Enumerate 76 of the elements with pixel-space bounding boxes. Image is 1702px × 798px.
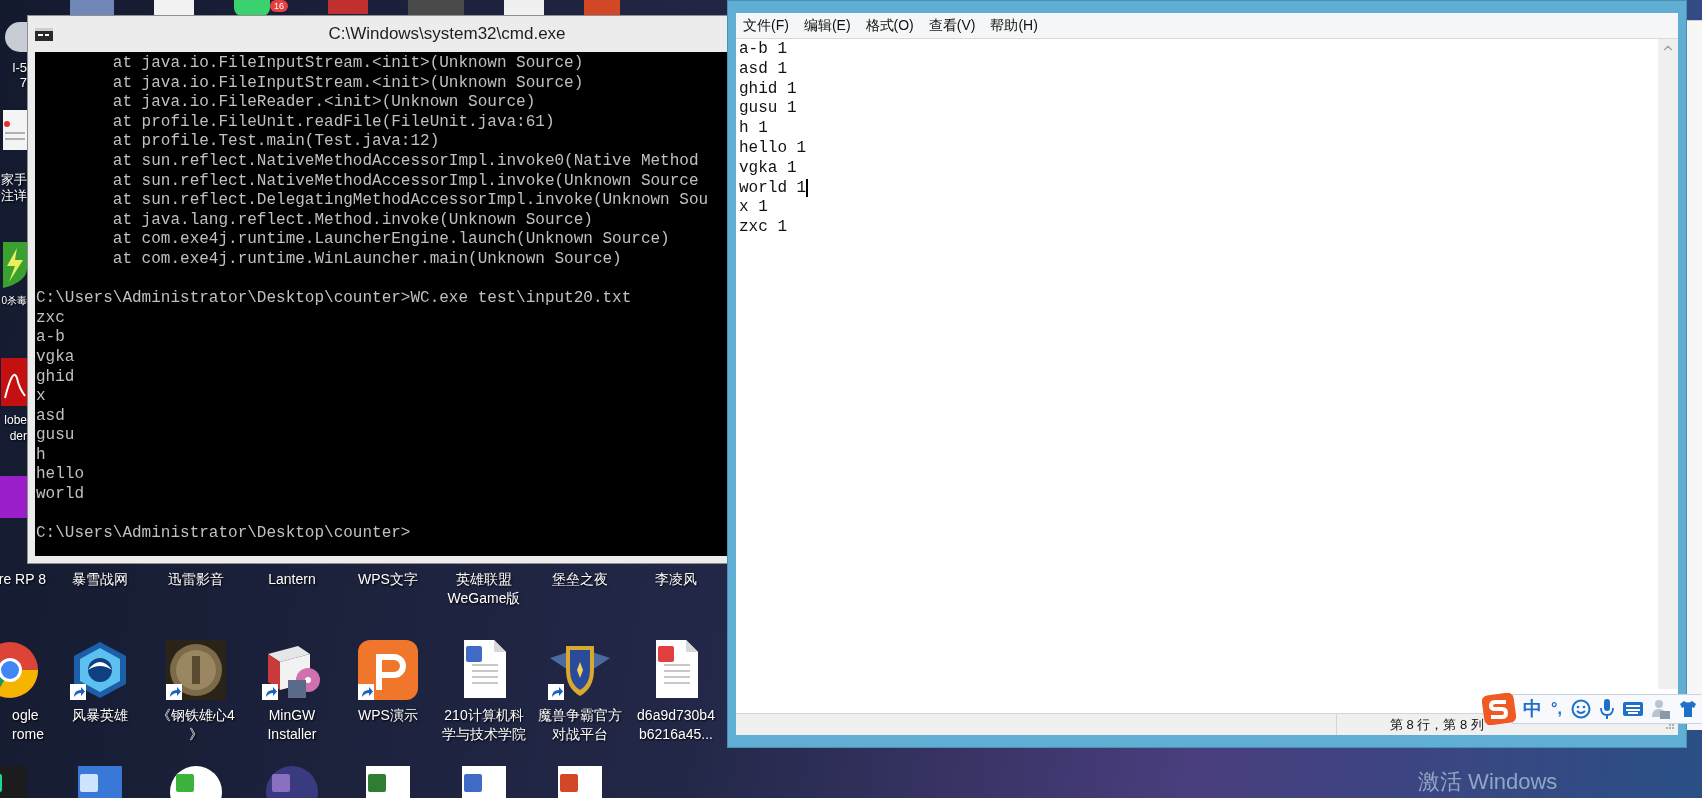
icon-label[interactable]: MinGW Installer [267, 706, 317, 744]
input-mode-toggle[interactable]: 中 [1523, 694, 1542, 724]
icon-label[interactable]: lobe der [4, 412, 27, 444]
icon-label[interactable]: WPS文字 [358, 570, 418, 589]
icon-label[interactable]: 英雄联盟 WeGame版 [447, 570, 521, 608]
console-line: h [36, 445, 46, 466]
shirt-icon[interactable] [1678, 700, 1697, 718]
icon-label[interactable]: 风暴英雄 [72, 706, 128, 725]
coin-icon[interactable] [166, 640, 226, 700]
console-icon[interactable] [35, 27, 53, 41]
menu-item[interactable]: 帮助(H) [990, 15, 1038, 36]
console-line: at sun.reflect.NativeMethodAccessorImpl.invoke0(Native Method [111, 151, 699, 172]
icon-label[interactable]: 李凌风 [655, 570, 697, 589]
console-line: x [36, 387, 46, 407]
console-line: at profile.FileUnit.readFile(FileUnit.java:61) [111, 112, 555, 133]
pdf-app-icon[interactable] [1, 358, 27, 406]
scrollbar[interactable] [1658, 39, 1678, 689]
console-line: at java.io.FileInputStream.<init>(Unknown Source) [111, 54, 584, 74]
cursor-position: 第 8 行，第 8 列 [1390, 715, 1484, 734]
console-line: C:\Users\Administrator\Desktop\counter> [36, 524, 411, 544]
punctuation-toggle[interactable]: °, [1551, 697, 1562, 721]
icon-label[interactable]: 《钢铁雄心4 》 [157, 706, 235, 744]
console-line: hello [36, 465, 84, 486]
text-line: ghid 1 [739, 79, 797, 100]
text-line: zxc 1 [739, 218, 787, 238]
keyboard-icon[interactable] [1622, 702, 1643, 716]
presentation-app-icon[interactable] [358, 640, 418, 700]
icon-label[interactable]: d6a9d730b4 b6216a45... [637, 706, 715, 744]
menu-item[interactable]: 格式(O) [865, 15, 914, 36]
icon-label[interactable]: 210计算机科学与技术学院 [440, 706, 528, 744]
menu-item[interactable]: 文件(F) [743, 15, 789, 36]
console-line: ghid [36, 367, 75, 388]
console-line: at sun.reflect.NativeMethodAccessorImpl.invoke(Unknown Source [111, 171, 699, 192]
icon-label[interactable]: 迅雷影音 [168, 570, 224, 589]
console-line: at profile.Test.main(Test.java:12) [111, 132, 440, 152]
icon-label[interactable]: re RP 8 [0, 570, 52, 589]
microphone-icon[interactable] [1599, 698, 1614, 720]
app-icon[interactable] [234, 0, 270, 16]
text-line: x 1 [739, 198, 768, 219]
console-line: at java.lang.reflect.Method.invoke(Unknown Source) [111, 210, 593, 231]
console-line: at java.io.FileReader.<init>(Unknown Source) [111, 93, 536, 113]
console-line: at com.exe4j.runtime.WinLauncher.main(Unknown Source) [111, 249, 622, 270]
input-method-logo-icon[interactable] [1482, 693, 1516, 725]
icon-label[interactable]: 0杀毒 [1, 294, 27, 308]
icon-label[interactable]: 魔兽争霸官方对战平台 [536, 706, 624, 744]
console-line: a-b [36, 328, 65, 348]
console-line: at java.io.FileInputStream.<init>(Unknown Source) [111, 73, 584, 94]
icon-label[interactable]: 堡垒之夜 [552, 570, 608, 589]
text-line: vgka 1 [739, 158, 797, 179]
menu-item[interactable]: 查看(V) [928, 15, 976, 36]
activation-watermark: 激活 Windows [1418, 768, 1558, 796]
console-line: asd [36, 406, 65, 427]
person-icon[interactable] [1651, 699, 1670, 719]
icon-label[interactable]: 暴雪战网 [72, 570, 128, 589]
console-line: C:\Users\Administrator\Desktop\counter>WC.exe test\input20.txt [36, 289, 632, 309]
text-line: world 1 [739, 178, 807, 199]
console-line: vgka [36, 347, 75, 368]
console-line: at com.exe4j.runtime.LauncherEngine.launch(Unknown Source) [111, 230, 670, 250]
text-line: h 1 [739, 119, 768, 139]
menu-item[interactable]: 编辑(E) [803, 15, 851, 36]
icon-label[interactable]: l-5 7 [12, 60, 27, 90]
smiley-icon[interactable] [1570, 699, 1591, 719]
text-line: hello 1 [739, 139, 807, 159]
console-line: zxc [36, 308, 65, 329]
window-title: C:\Windows\system32\cmd.exe [328, 23, 566, 46]
console-line: at sun.reflect.DelegatingMethodAccessorImpl.invoke(Unknown Sou [111, 191, 709, 211]
text-line: a-b 1 [739, 40, 787, 60]
icon-label[interactable]: 家手注详 [0, 172, 27, 204]
console-line: world [36, 485, 84, 505]
console-line: gusu [36, 426, 75, 446]
icon-label[interactable]: Lantern [268, 570, 316, 589]
icon-label[interactable]: ogle rome [12, 706, 52, 744]
text-line: asd 1 [739, 59, 787, 80]
text-line: gusu 1 [739, 99, 797, 120]
icon-label[interactable]: WPS演示 [358, 706, 418, 725]
notification-badge: 16 [270, 0, 288, 12]
